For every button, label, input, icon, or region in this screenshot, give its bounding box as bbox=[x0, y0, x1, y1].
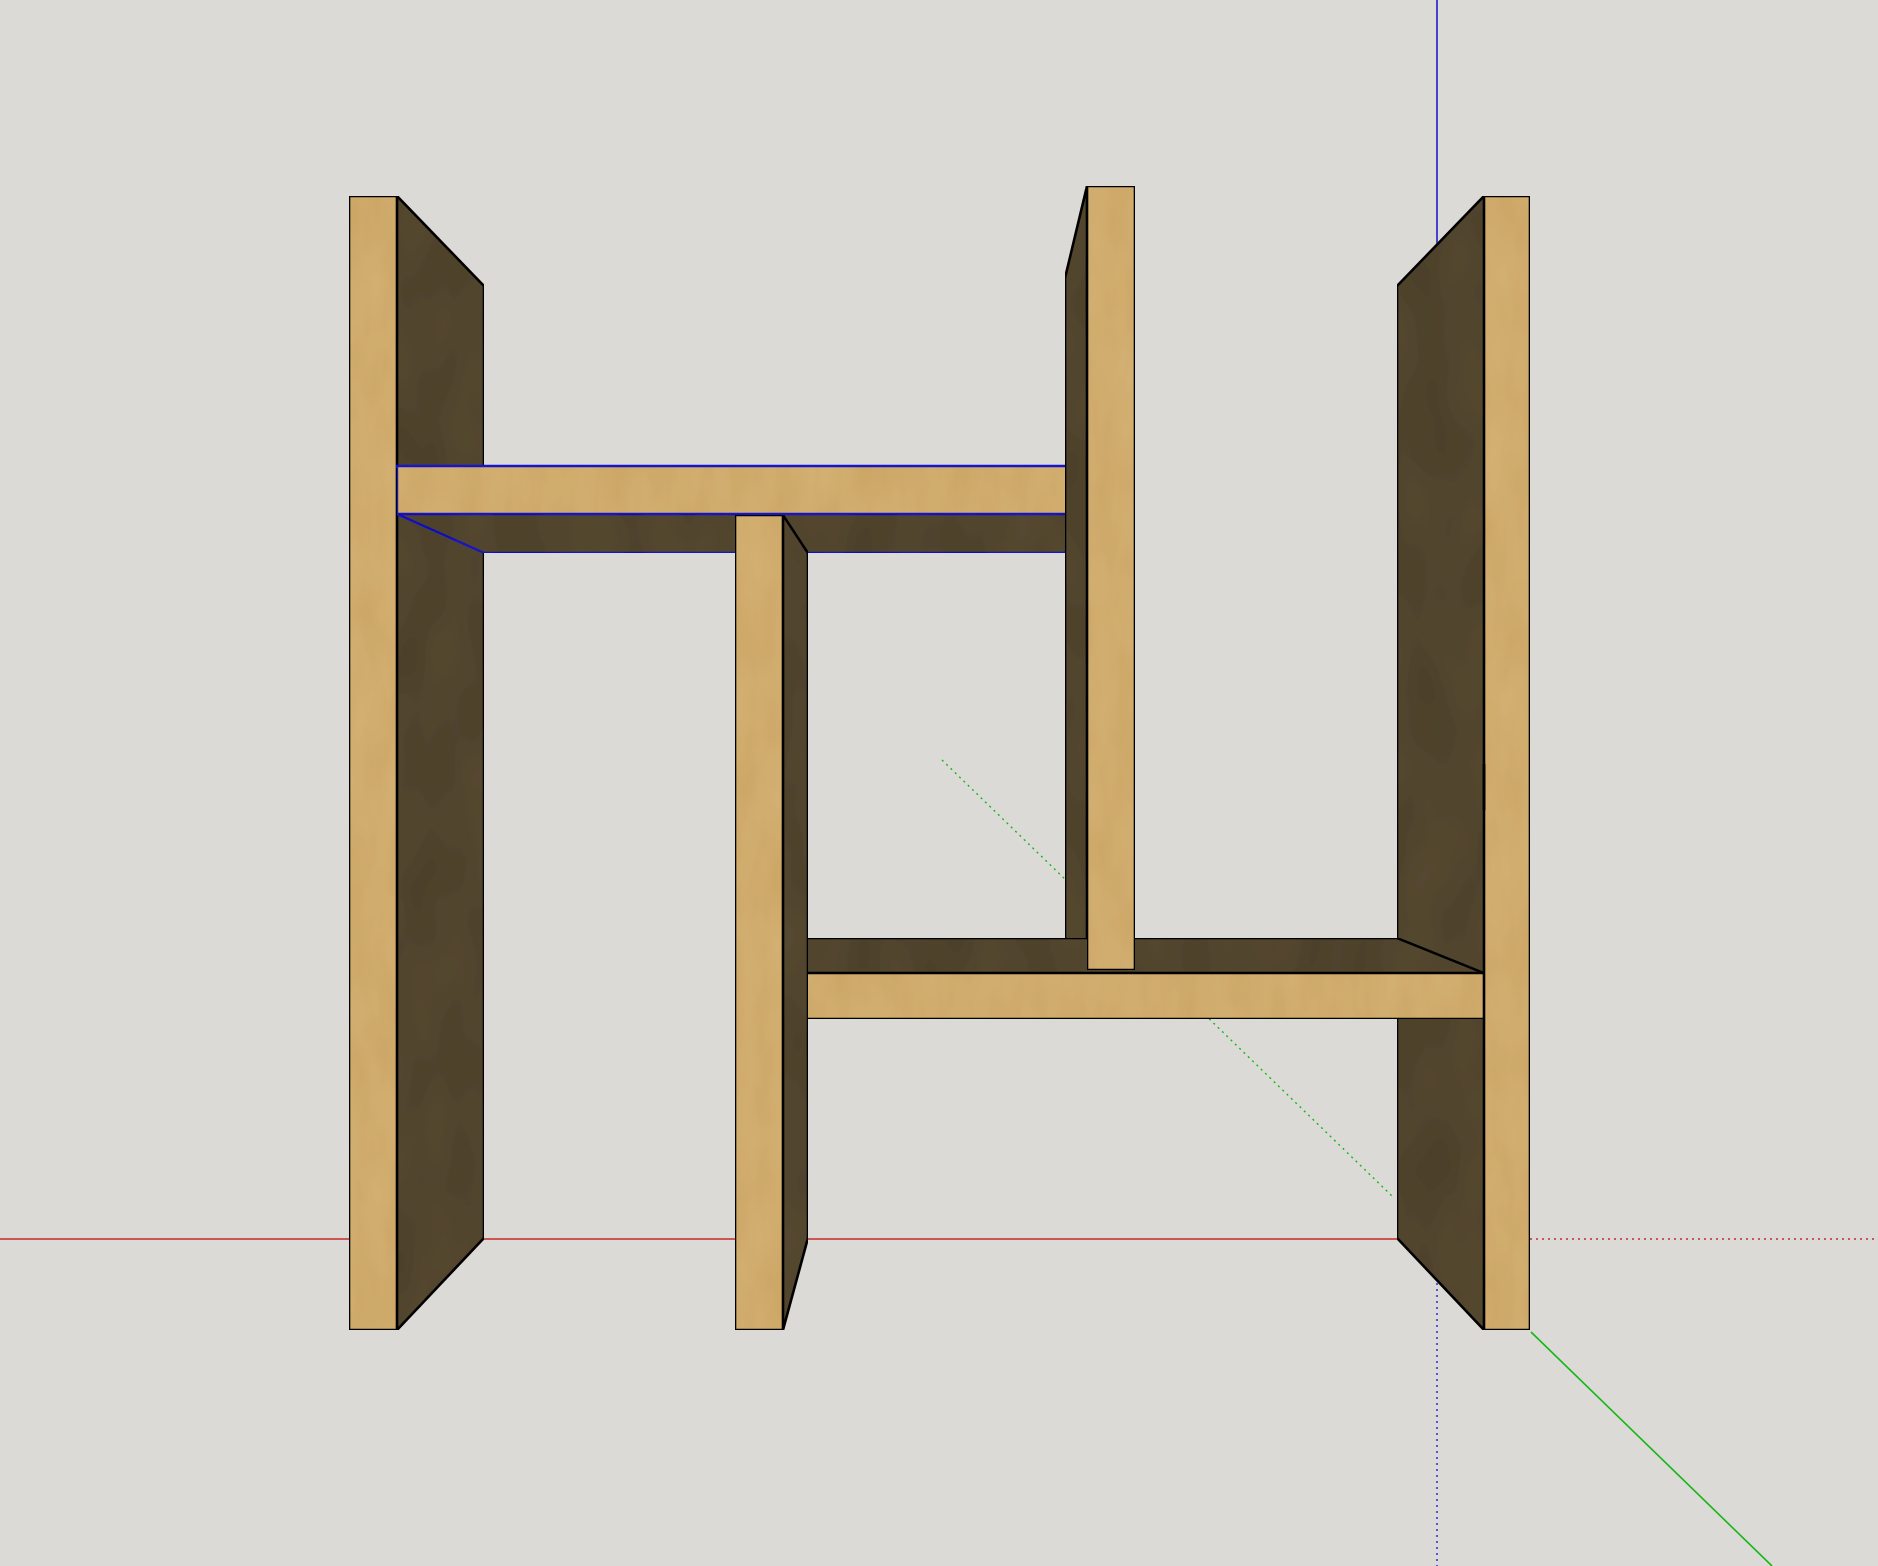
mid-right-divider-front[interactable] bbox=[1085, 184, 1137, 972]
mid-left-divider-side[interactable] bbox=[781, 513, 810, 1332]
left-panel-side[interactable] bbox=[395, 194, 486, 1332]
axes bbox=[0, 0, 1878, 1566]
mid-left-divider-front[interactable] bbox=[733, 513, 785, 1332]
upper-shelf-front[interactable] bbox=[395, 464, 1089, 516]
shelf-model[interactable] bbox=[347, 184, 1532, 1332]
green-axis-line bbox=[1530, 1331, 1773, 1566]
right-panel-front[interactable] bbox=[1482, 194, 1532, 1332]
right-panel-side[interactable] bbox=[1395, 194, 1486, 1332]
scene-canvas[interactable] bbox=[0, 0, 1878, 1566]
mid-right-divider-side[interactable] bbox=[1063, 184, 1089, 972]
modeling-viewport[interactable] bbox=[0, 0, 1878, 1566]
left-panel-front[interactable] bbox=[347, 194, 399, 1332]
lower-shelf-front[interactable] bbox=[781, 971, 1486, 1021]
